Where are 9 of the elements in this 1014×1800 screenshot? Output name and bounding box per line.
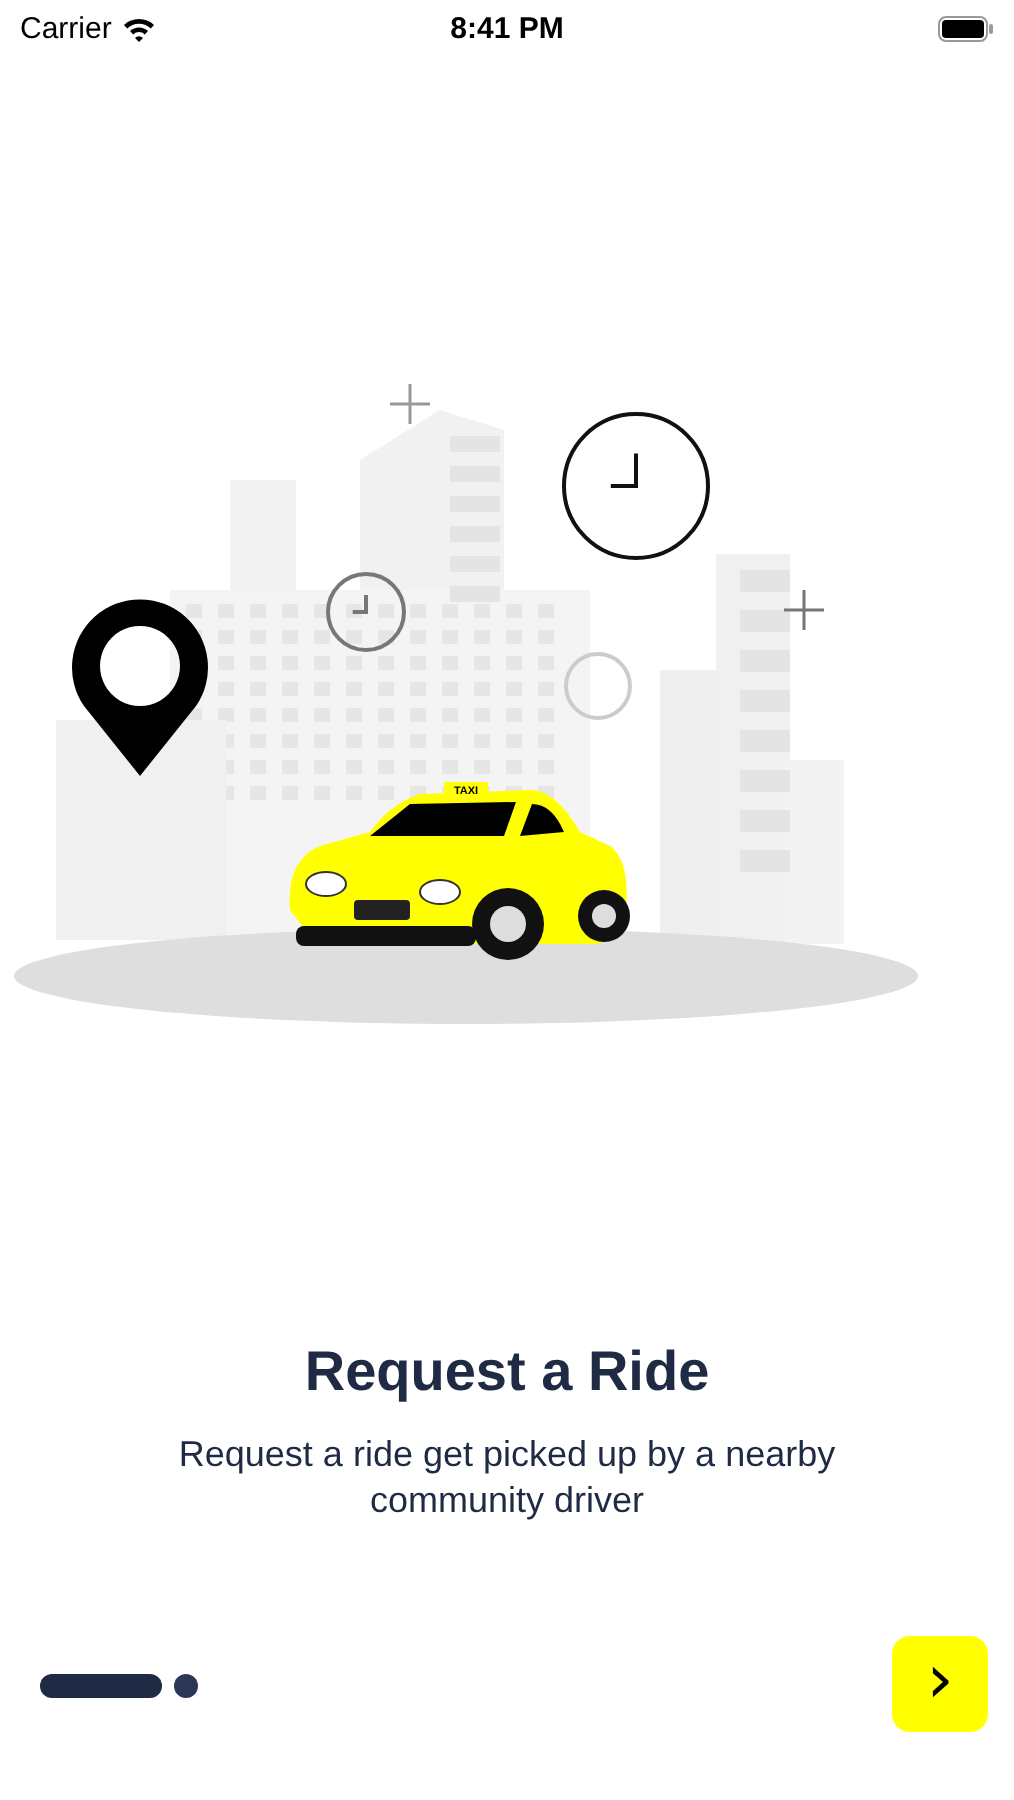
clock-time: 8:41 PM	[450, 11, 564, 45]
page-indicator[interactable]	[174, 1674, 198, 1698]
page-indicator[interactable]	[40, 1674, 162, 1698]
next-button[interactable]: ›	[892, 1636, 988, 1732]
wifi-icon	[121, 15, 156, 41]
battery-icon	[937, 15, 994, 41]
carrier-label: Carrier	[20, 11, 112, 45]
description: Request a ride get picked up by a nearby community driver	[176, 1432, 838, 1524]
title: Request a Ride	[302, 1340, 712, 1404]
